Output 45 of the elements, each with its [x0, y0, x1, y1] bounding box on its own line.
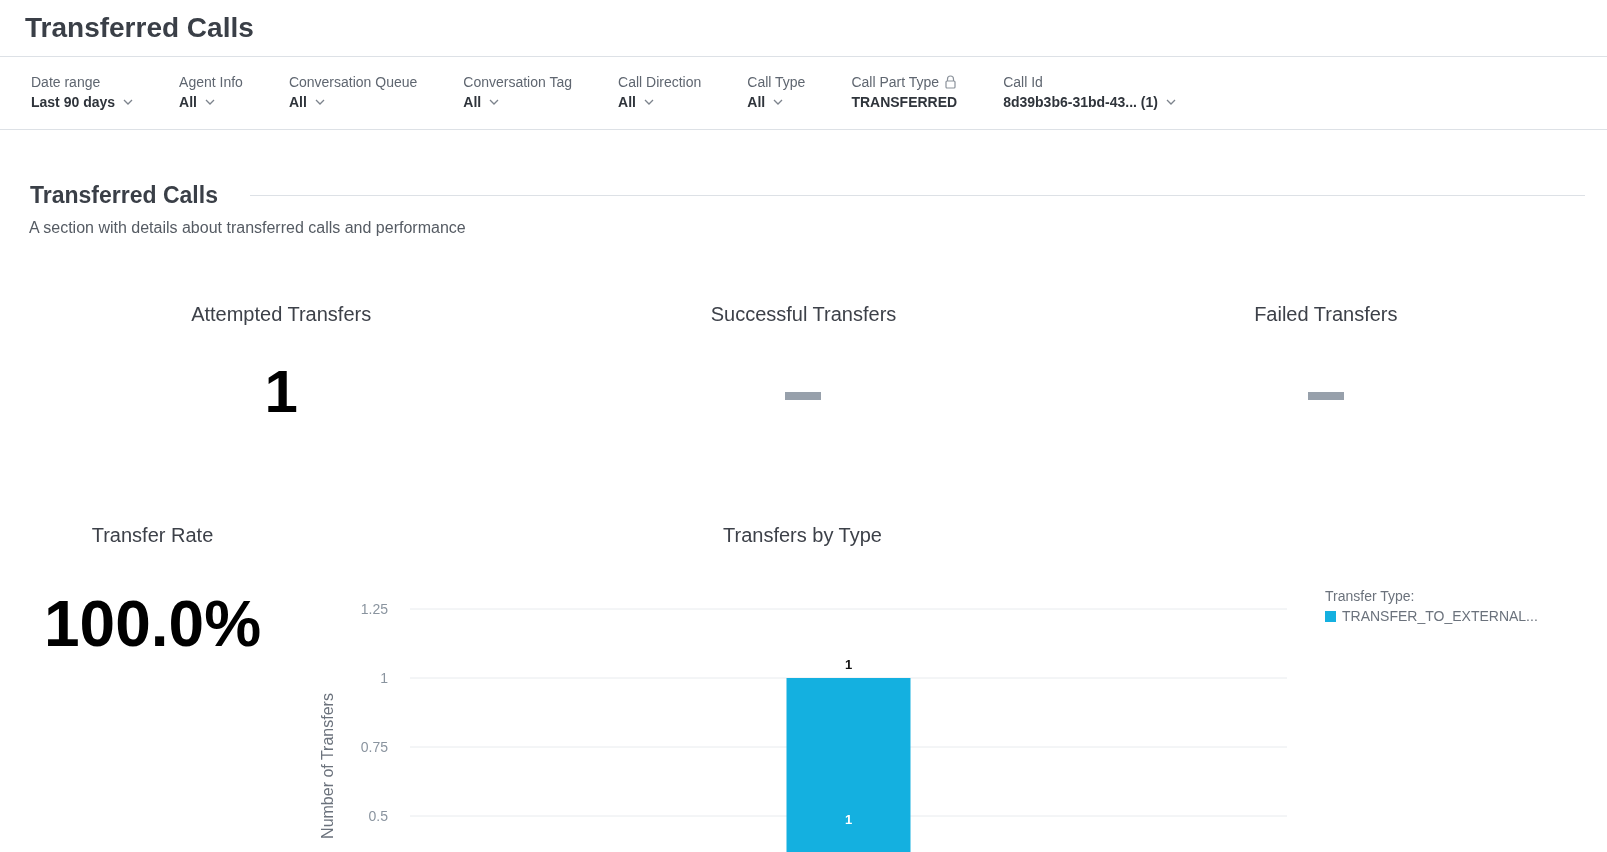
kpi-value: 100.0% [43, 587, 262, 661]
filter-dropdown[interactable]: Last 90 days [31, 94, 134, 110]
section-description: A section with details about transferred calls and performance [28, 218, 467, 237]
chevron-down-icon [489, 99, 500, 105]
section-title: Transferred Calls [30, 182, 218, 209]
filter-label: Conversation Queue [288, 74, 418, 90]
filter-dropdown[interactable]: All [463, 94, 572, 110]
kpi-title: Transfer Rate [91, 524, 214, 547]
filter-label: Call Id [1003, 74, 1043, 90]
filter-dropdown[interactable]: TRANSFERRED [851, 94, 958, 110]
page-title: Transferred Calls [24, 11, 255, 45]
filter-label: Conversation Tag [463, 74, 572, 90]
no-data-dash [785, 392, 822, 400]
kpi-title: Successful Transfers [710, 303, 897, 326]
axis-tick-label: 0.75 [360, 739, 388, 755]
filter-label: Date range [31, 74, 101, 90]
no-data-dash [1307, 392, 1344, 400]
filter-dropdown[interactable]: 8d39b3b6-31bd-43... (1) [1003, 94, 1176, 110]
chart-title: Transfers by Type [723, 524, 882, 547]
kpi-title: Failed Transfers [1254, 303, 1398, 326]
axis-title: Number of Transfers [319, 693, 336, 839]
filter-dropdown[interactable]: All [288, 94, 418, 110]
kpi-value: 1 [264, 360, 298, 424]
legend-title: Transfer Type: [1325, 588, 1416, 604]
axis-tick-label: 1.25 [360, 601, 388, 617]
chevron-down-icon [204, 99, 215, 105]
filter-label: Call Part Type [851, 74, 940, 90]
filter-label: Agent Info [179, 74, 243, 90]
chevron-down-icon [123, 99, 134, 105]
chevron-down-icon [1166, 99, 1176, 105]
filter-dropdown[interactable]: All [747, 94, 806, 110]
chevron-down-icon [643, 99, 654, 105]
filter-label: Call Type [747, 74, 806, 90]
filter-dropdown[interactable]: All [179, 94, 243, 110]
data-label: 1 [844, 811, 853, 827]
chevron-down-icon [314, 99, 325, 105]
chevron-down-icon [773, 99, 784, 105]
axis-tick-label: 0.5 [368, 808, 388, 824]
data-label: 1 [844, 657, 853, 672]
legend-label[interactable]: TRANSFER_TO_EXTERNAL... [1342, 608, 1538, 624]
filter-dropdown[interactable]: All [618, 94, 702, 110]
kpi-title: Attempted Transfers [191, 303, 372, 326]
filter-label: Call Direction [618, 74, 702, 90]
axis-tick-label: 1 [380, 670, 388, 686]
lock-icon [945, 75, 957, 89]
